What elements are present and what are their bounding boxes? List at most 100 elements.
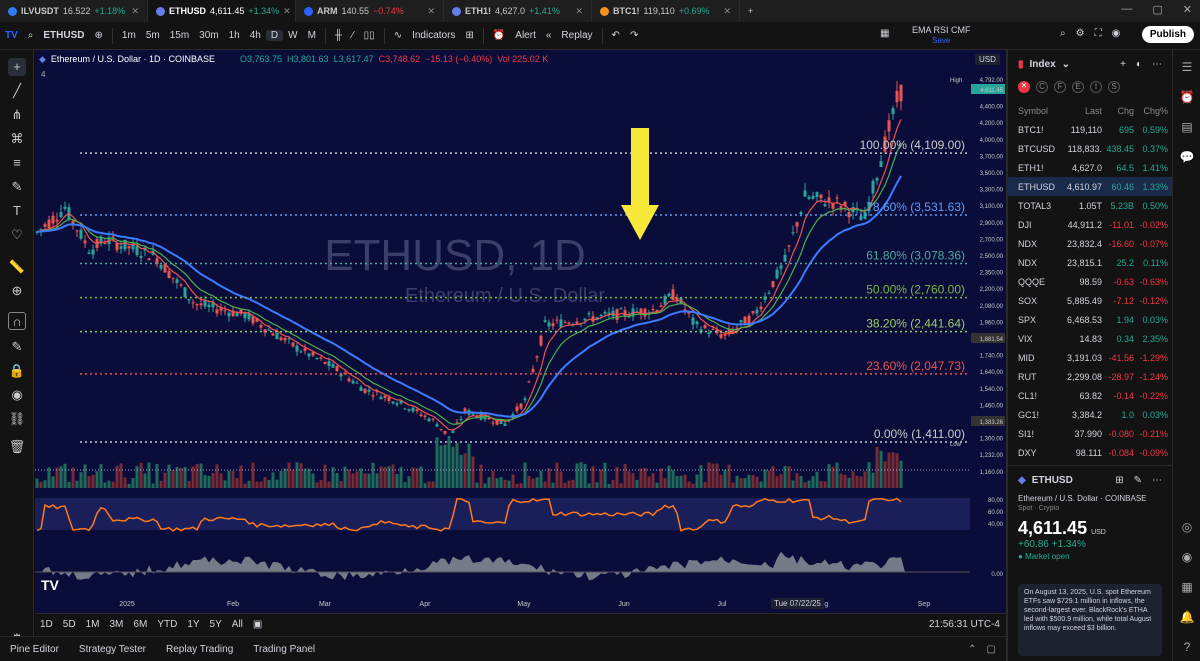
range-all[interactable]: All <box>227 619 248 630</box>
interval-d[interactable]: D <box>265 30 284 41</box>
maximize-panel-icon[interactable]: ▢ <box>987 644 996 655</box>
watchlist-row[interactable]: DJI 44,911.2 -11.01 -0.02% <box>1008 215 1172 234</box>
chevron-down-icon[interactable]: ⌄ <box>1062 59 1070 70</box>
interval-5m[interactable]: 5m <box>141 30 165 41</box>
filter-s[interactable]: S <box>1108 81 1120 93</box>
eye-icon[interactable]: ◉ <box>8 386 26 404</box>
watchlist-row[interactable]: GC1! 3,384.2 1.0 0.03% <box>1008 405 1172 424</box>
camera-icon[interactable]: ◉ <box>1112 28 1121 39</box>
calendar-icon[interactable]: ▦ <box>1179 580 1195 596</box>
tab-ethusd[interactable]: ETHUSD 4,611.45 +1.34% ✕ <box>148 0 296 22</box>
fib-icon[interactable]: ≡ <box>8 154 26 172</box>
bars-icon[interactable]: ╫ <box>330 30 347 41</box>
link-icon[interactable]: ⛓ <box>8 410 26 428</box>
flag-icon[interactable]: ▮ <box>1018 59 1024 70</box>
undo-icon[interactable]: ↶ <box>607 30 625 41</box>
news-card[interactable]: On August 13, 2025, U.S. spot Ethereum E… <box>1018 584 1162 656</box>
interval-1h[interactable]: 1h <box>224 30 245 41</box>
add-symbol-icon[interactable]: + <box>1120 59 1126 70</box>
interval-m[interactable]: M <box>303 30 321 41</box>
new-tab-button[interactable]: + <box>740 0 764 22</box>
replay-trading-tab[interactable]: Replay Trading <box>156 644 243 655</box>
watchlist-row[interactable]: ETH1! 4,627.0 64.5 1.41% <box>1008 158 1172 177</box>
advanced-view-icon[interactable]: ◐ <box>1136 59 1142 70</box>
chat-icon[interactable]: 💬 <box>1179 150 1195 166</box>
pitchfork-icon[interactable]: ⋔ <box>8 106 26 124</box>
notifications-icon[interactable]: 🔔 <box>1179 610 1195 626</box>
chart-area[interactable]: ETHUSD, 1D Ethereum / U.S. Dollar 100.00… <box>35 50 1006 613</box>
close-icon[interactable]: ✕ <box>131 6 139 17</box>
watchlist-row[interactable]: BTC1! 119,110 695 0.59% <box>1008 120 1172 139</box>
close-icon[interactable]: ✕ <box>575 6 583 17</box>
fullscreen-icon[interactable]: ⛶ <box>1095 28 1102 39</box>
minimize-icon[interactable]: — <box>1121 3 1132 16</box>
replay-icon[interactable]: « <box>541 30 557 41</box>
watchlist-row[interactable]: QQQE 98.59 -0.63 -0.63% <box>1008 272 1172 291</box>
alert-button[interactable]: Alert <box>510 30 541 41</box>
close-icon[interactable]: ✕ <box>723 6 731 17</box>
watchlist-row[interactable]: ETHUSD 4,610.97 60.46 1.33% <box>1008 177 1172 196</box>
alert-icon[interactable]: ⏰ <box>488 30 510 41</box>
range-1y[interactable]: 1Y <box>182 619 204 630</box>
price-axis[interactable] <box>970 50 1006 613</box>
watchlist-row[interactable]: MID 3,191.03 -41.56 -1.29% <box>1008 348 1172 367</box>
collapse-icon[interactable]: ⌃ <box>968 644 976 655</box>
watchlist-row[interactable]: NDX 23,832.4 -16.60 -0.07% <box>1008 234 1172 253</box>
magnet-icon[interactable]: ∩ <box>8 312 26 330</box>
search-icon[interactable]: ⌕ <box>23 30 39 41</box>
interval-1m[interactable]: 1m <box>117 30 141 41</box>
interval-15m[interactable]: 15m <box>165 30 194 41</box>
filter-flag-icon[interactable]: ✕ <box>1018 81 1030 93</box>
zoom-in-icon[interactable]: ⊕ <box>8 282 26 300</box>
heart-icon[interactable]: ♡ <box>8 226 26 244</box>
data-window-icon[interactable]: ▤ <box>1179 120 1195 136</box>
indicator-count[interactable]: 4 <box>41 70 45 79</box>
watchlist-row[interactable]: SI1! 37.990 -0.080 -0.21% <box>1008 424 1172 443</box>
strategy-tester-tab[interactable]: Strategy Tester <box>69 644 156 655</box>
templates-icon[interactable]: ⊞ <box>460 30 478 41</box>
line-icon[interactable]: ⁄ <box>347 30 359 41</box>
trading-panel-tab[interactable]: Trading Panel <box>243 644 325 655</box>
goto-date-icon[interactable]: ▣ <box>248 619 267 630</box>
watchlist-row[interactable]: BTCUSD 118,833. 438.45 0.37% <box>1008 139 1172 158</box>
filter-i[interactable]: I <box>1090 81 1102 93</box>
filter-f[interactable]: F <box>1054 81 1066 93</box>
redo-icon[interactable]: ↷ <box>625 30 643 41</box>
layout-name[interactable]: EMA RSI CMF Save <box>912 25 971 46</box>
interval-w[interactable]: W <box>283 30 302 41</box>
more-icon[interactable]: ⋯ <box>1152 475 1162 486</box>
tab-ilvusdt[interactable]: ILVUSDT 16.522 +1.18% ✕ <box>0 0 148 22</box>
watchlist-row[interactable]: TOTAL3 1.05T 5.23B 0.50% <box>1008 196 1172 215</box>
watchlist-row[interactable]: SPX 6,468.53 1.94 0.03% <box>1008 310 1172 329</box>
watchlist-row[interactable]: NDX 23,815.1 25.2 0.11% <box>1008 253 1172 272</box>
maximize-icon[interactable]: ▢ <box>1152 3 1162 16</box>
crosshair-icon[interactable]: + <box>8 58 26 76</box>
tab-arm[interactable]: ARM 140.55 −0.74% ✕ <box>296 0 444 22</box>
watchlist-icon[interactable]: ☰ <box>1179 60 1195 76</box>
help-icon[interactable]: ? <box>1179 640 1195 656</box>
settings-icon[interactable]: ⚙ <box>1076 28 1085 39</box>
watchlist-row[interactable]: SOX 5,885.49 -7.12 -0.12% <box>1008 291 1172 310</box>
watchlist-row[interactable]: RUT 2,299.08 -28.97 -1.24% <box>1008 367 1172 386</box>
filter-c[interactable]: C <box>1036 81 1048 93</box>
price-chart[interactable]: ETHUSD, 1D Ethereum / U.S. Dollar 100.00… <box>35 50 1006 613</box>
range-5y[interactable]: 5Y <box>205 619 227 630</box>
text-icon[interactable]: T <box>8 202 26 220</box>
brush-icon[interactable]: ✎ <box>8 178 26 196</box>
replay-button[interactable]: Replay <box>556 30 597 41</box>
zoom-icon[interactable]: ⌕ <box>1060 28 1066 39</box>
range-1d[interactable]: 1D <box>35 619 58 630</box>
close-icon[interactable]: ✕ <box>283 6 291 17</box>
more-icon[interactable]: ⋯ <box>1152 59 1162 70</box>
lock-draw-icon[interactable]: ✎ <box>8 338 26 356</box>
candles-icon[interactable]: ▯▯ <box>359 30 380 41</box>
currency-badge[interactable]: USD <box>975 54 1000 65</box>
watchlist-row[interactable]: CL1! 63.82 -0.14 -0.22% <box>1008 386 1172 405</box>
symbol-search[interactable]: ETHUSD <box>38 30 89 41</box>
watchlist-row[interactable]: DXY 98.111 -0.084 -0.09% <box>1008 443 1172 462</box>
publish-button[interactable]: Publish <box>1141 26 1194 43</box>
range-6m[interactable]: 6M <box>128 619 152 630</box>
interval-30m[interactable]: 30m <box>194 30 223 41</box>
ruler-icon[interactable]: 📏 <box>8 258 26 276</box>
layout-icon[interactable]: ▦ <box>880 28 889 39</box>
